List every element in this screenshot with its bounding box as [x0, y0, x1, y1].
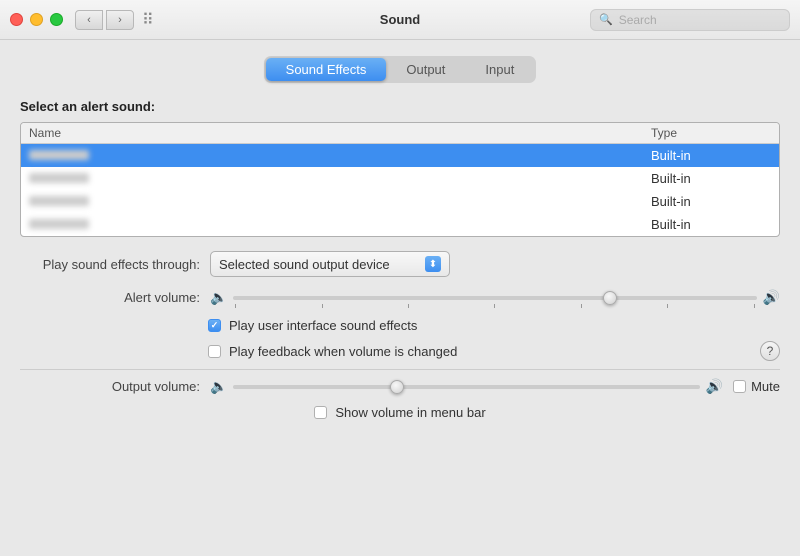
close-button[interactable]: [10, 13, 23, 26]
feedback-checkbox[interactable]: [208, 345, 221, 358]
mute-container: Mute: [733, 379, 780, 394]
search-box[interactable]: 🔍 Search: [590, 9, 790, 31]
sound-list: Name Type Built-in Built-in Built-in Bui…: [20, 122, 780, 237]
search-placeholder: Search: [619, 13, 657, 27]
play-through-dropdown[interactable]: Selected sound output device ⬍: [210, 251, 450, 277]
tab-sound-effects[interactable]: Sound Effects: [266, 58, 387, 81]
back-button[interactable]: ‹: [75, 10, 103, 30]
ui-sounds-label: Play user interface sound effects: [229, 318, 417, 333]
feedback-row: Play feedback when volume is changed ?: [20, 341, 780, 361]
alert-volume-row: Alert volume: 🔈 🔊: [20, 289, 780, 306]
forward-button[interactable]: ›: [106, 10, 134, 30]
help-button[interactable]: ?: [760, 341, 780, 361]
sound-type-2: Built-in: [651, 194, 771, 209]
maximize-button[interactable]: [50, 13, 63, 26]
nav-buttons: ‹ ›: [75, 10, 134, 30]
output-volume-slider-container: 🔈 🔊: [210, 378, 723, 395]
tabs: Sound Effects Output Input: [264, 56, 537, 83]
feedback-label: Play feedback when volume is changed: [229, 344, 457, 359]
play-through-row: Play sound effects through: Selected sou…: [20, 251, 780, 277]
sound-list-body: Built-in Built-in Built-in Built-in: [21, 144, 779, 236]
mute-label: Mute: [751, 379, 780, 394]
slider-ticks: [233, 304, 756, 308]
sound-row-1[interactable]: Built-in: [21, 167, 779, 190]
titlebar: ‹ › ⠿ Sound 🔍 Search: [0, 0, 800, 40]
dropdown-arrow-icon: ⬍: [425, 256, 441, 272]
alert-volume-slider-container: 🔈 🔊: [210, 289, 780, 306]
speaker-high-icon: 🔊: [763, 289, 780, 306]
alert-sound-label: Select an alert sound:: [20, 99, 780, 114]
main-content: Sound Effects Output Input Select an ale…: [0, 40, 800, 432]
sound-type-3: Built-in: [651, 217, 771, 232]
traffic-lights: [10, 13, 63, 26]
output-volume-thumb[interactable]: [390, 380, 404, 394]
column-name-header: Name: [29, 126, 651, 140]
output-volume-label: Output volume:: [20, 379, 200, 394]
menu-bar-row: Show volume in menu bar: [20, 405, 780, 420]
sound-type-0: Built-in: [651, 148, 771, 163]
tab-output[interactable]: Output: [386, 58, 465, 81]
dropdown-value: Selected sound output device: [219, 257, 419, 272]
output-speaker-high-icon: 🔊: [706, 378, 723, 395]
divider: [20, 369, 780, 370]
minimize-button[interactable]: [30, 13, 43, 26]
sound-row-0[interactable]: Built-in: [21, 144, 779, 167]
sound-name-1: [29, 171, 651, 186]
sound-type-1: Built-in: [651, 171, 771, 186]
mute-checkbox[interactable]: [733, 380, 746, 393]
window-title: Sound: [380, 12, 420, 27]
sound-row-2[interactable]: Built-in: [21, 190, 779, 213]
ui-sounds-row: Play user interface sound effects: [20, 318, 780, 333]
show-volume-checkbox[interactable]: [314, 406, 327, 419]
play-through-label: Play sound effects through:: [20, 257, 200, 272]
speaker-low-icon: 🔈: [210, 289, 227, 306]
alert-volume-label: Alert volume:: [20, 290, 200, 305]
sound-name-3: [29, 217, 651, 232]
ui-sounds-checkbox[interactable]: [208, 319, 221, 332]
column-type-header: Type: [651, 126, 771, 140]
search-icon: 🔍: [599, 13, 613, 26]
sound-row-3[interactable]: Built-in: [21, 213, 779, 236]
show-volume-label: Show volume in menu bar: [335, 405, 485, 420]
sound-name-0: [29, 148, 651, 163]
output-volume-slider[interactable]: [233, 385, 699, 389]
output-volume-row: Output volume: 🔈 🔊 Mute: [20, 378, 780, 395]
alert-volume-thumb[interactable]: [603, 291, 617, 305]
tab-input[interactable]: Input: [465, 58, 534, 81]
sound-list-header: Name Type: [21, 123, 779, 144]
sound-name-2: [29, 194, 651, 209]
tabs-container: Sound Effects Output Input: [20, 56, 780, 83]
grid-icon[interactable]: ⠿: [142, 10, 154, 30]
output-speaker-low-icon: 🔈: [210, 378, 227, 395]
alert-volume-slider[interactable]: [233, 296, 756, 300]
